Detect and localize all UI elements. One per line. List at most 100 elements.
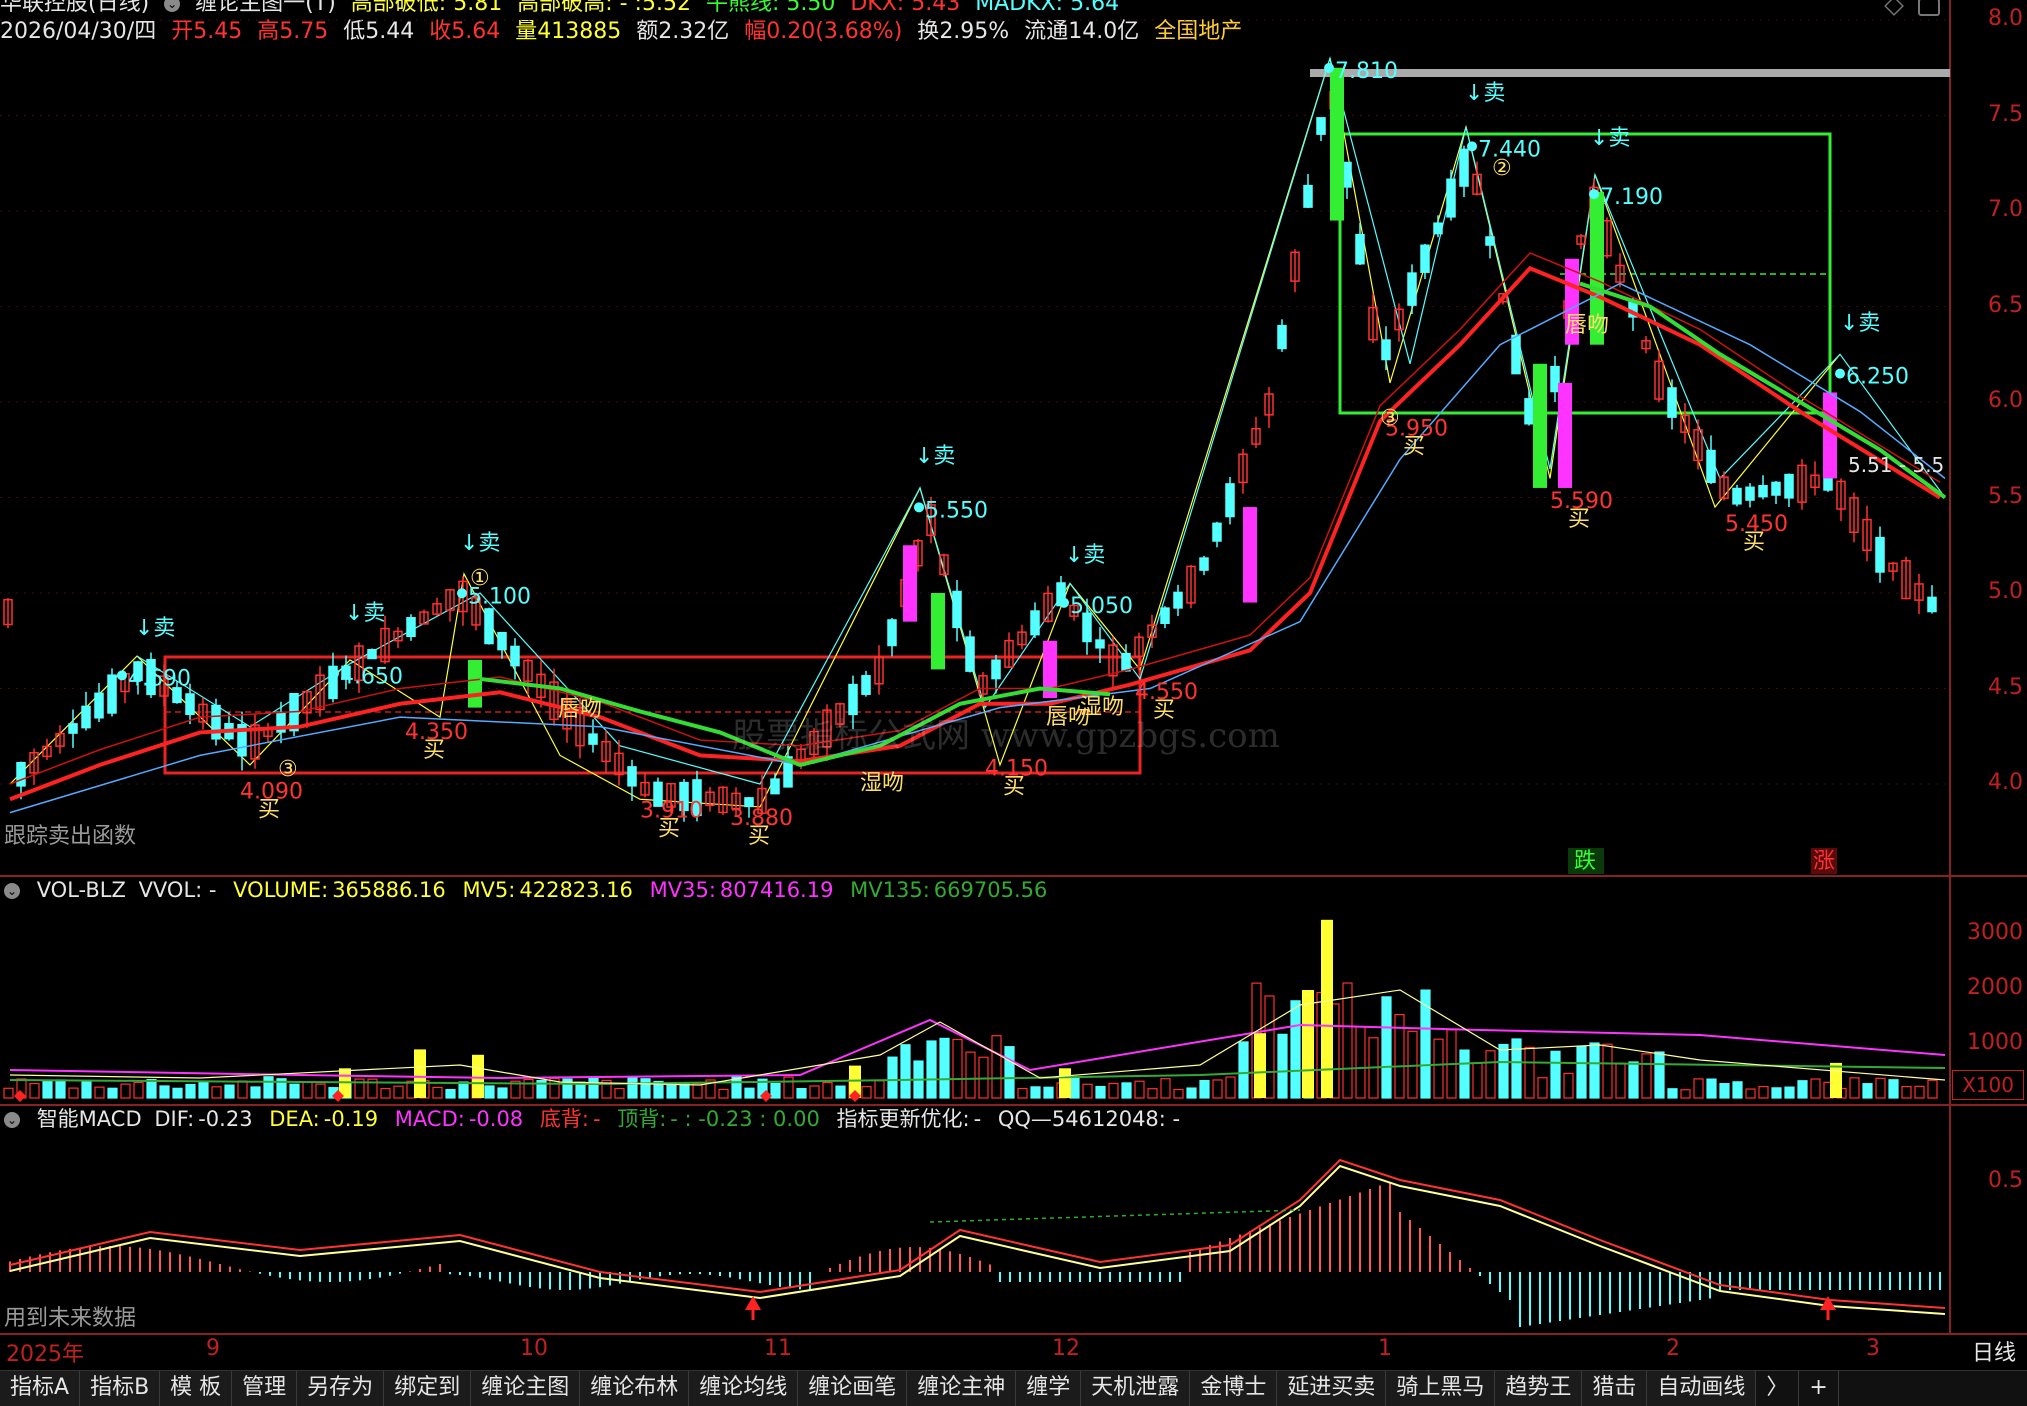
mv35-value: 807416.19 (719, 878, 834, 902)
buy-signal-label: 买 (748, 824, 770, 849)
volume-bar-highlight (1059, 1068, 1071, 1098)
volume-bar (1732, 1081, 1743, 1099)
dea-line (9, 1164, 1946, 1315)
candle-body (1732, 487, 1742, 505)
tab-3[interactable]: 管理 (232, 1371, 298, 1406)
tab-4[interactable]: 另存为 (297, 1371, 385, 1406)
volume-bar (1641, 1053, 1652, 1099)
macd-indicator-name[interactable]: 智能MACD (37, 1107, 142, 1131)
tab-5[interactable]: 绑定到 (384, 1371, 472, 1406)
candle-body (952, 590, 962, 629)
signal-bar (1243, 507, 1257, 603)
sell-signal-label: ↓卖 (1840, 311, 1880, 336)
candle-body (1927, 596, 1937, 613)
candle-body (1381, 339, 1391, 361)
collapse-icon[interactable]: ⌄ (4, 883, 20, 899)
tab-2[interactable]: 模 板 (160, 1371, 233, 1406)
volume-bar (1225, 1076, 1236, 1099)
volume-bar (1004, 1046, 1015, 1099)
main-kline-chart[interactable]: ↓卖↓卖↓卖↓卖↓卖↓卖↓卖↓卖4.690 4.6505.1005.5505.05… (0, 0, 2027, 1405)
volume-bar (523, 1078, 534, 1099)
volume-bar (588, 1077, 599, 1099)
candle-body (484, 608, 494, 645)
volume-bar (1576, 1045, 1587, 1099)
top-div-label: 顶背: (617, 1107, 667, 1131)
volume-bar (1628, 1061, 1639, 1099)
period-selector[interactable]: 日线 (1972, 1335, 2016, 1367)
tab-20[interactable]: + (1799, 1371, 1839, 1406)
volume-bar (237, 1080, 248, 1099)
circle-3-label: ③ (278, 757, 298, 782)
tab-11[interactable]: 缠学 (1016, 1371, 1082, 1406)
vol-tick-3000: 3000 (1967, 920, 2023, 945)
volume-bar (692, 1082, 703, 1099)
tab-18[interactable]: 自动画线 (1647, 1371, 1757, 1406)
candle-body (991, 659, 1001, 680)
volume-bar (1043, 1086, 1054, 1099)
volume-bar (1030, 1086, 1041, 1099)
collapse-icon[interactable]: ⌄ (4, 1112, 20, 1128)
volume-bar (1459, 1049, 1470, 1099)
tab-8[interactable]: 缠论均线 (689, 1371, 799, 1406)
dif-label: DIF: (154, 1107, 195, 1131)
volume-bar (1602, 1043, 1613, 1099)
tab-7[interactable]: 缠论布林 (580, 1371, 690, 1406)
volume-bar (1784, 1086, 1795, 1099)
tab-14[interactable]: 延进买卖 (1277, 1371, 1387, 1406)
candle-body (107, 674, 117, 714)
tab-13[interactable]: 金博士 (1190, 1371, 1278, 1406)
candle-body (1459, 148, 1469, 187)
tab-16[interactable]: 趋势王 (1495, 1371, 1583, 1406)
indicator-tab-bar: 指标A 指标B 模 板管理 另存为 绑定到 缠论主图 缠论布林 缠论均线 缠论画笔 缠论主神 缠学天… (0, 1370, 2027, 1406)
volume-bar (133, 1081, 144, 1099)
volume-bar (1082, 1083, 1093, 1099)
candle-body (1303, 184, 1313, 208)
volume-bar (1615, 1062, 1626, 1099)
peak-price-label: 6.250 (1846, 365, 1909, 390)
candle-body (68, 723, 78, 734)
candle-body (588, 733, 598, 745)
signal-bar (468, 659, 482, 708)
tab-19[interactable]: 〉 (1756, 1371, 1800, 1406)
tab-0[interactable]: 指标A (0, 1371, 81, 1406)
volume-bar (1212, 1079, 1223, 1099)
volume-bar (42, 1080, 53, 1099)
update-label: 指标更新优化: (836, 1107, 970, 1131)
future-data-label: 用到未来数据 (4, 1306, 137, 1331)
mv35-label: MV35: (649, 878, 716, 902)
tab-10[interactable]: 缠论主神 (907, 1371, 1017, 1406)
volume-bar (211, 1086, 222, 1099)
candle-body (1745, 486, 1755, 501)
volume-bar (1914, 1085, 1925, 1099)
date-label-1: 1 (1378, 1336, 1392, 1361)
volume-bar (874, 1080, 885, 1099)
candle-body (185, 693, 195, 715)
tab-6[interactable]: 缠论主图 (471, 1371, 581, 1406)
vvol-value: VVOL: - (138, 878, 217, 902)
buy-signal-label: 买 (1743, 530, 1765, 555)
date-label-3: 3 (1866, 1336, 1880, 1361)
tab-15[interactable]: 骑上黑马 (1386, 1371, 1496, 1406)
volume-bar (1550, 1050, 1561, 1099)
buy-signal-label: 买 (1403, 434, 1425, 459)
volume-bar (952, 1038, 963, 1099)
volume-bar (640, 1078, 651, 1099)
date-axis: 2025年 9 10 11 12 1 2 3 (0, 1334, 1950, 1368)
volume-bar (627, 1076, 638, 1099)
candle-body (1758, 485, 1768, 498)
circle-2-label: ② (1492, 156, 1512, 181)
vol-indicator-name[interactable]: VOL-BLZ (37, 878, 126, 902)
price-tick: 7.5 (1988, 101, 2023, 127)
bi-lines (9, 56, 1946, 808)
volume-bar (29, 1082, 40, 1099)
volume-bar (1680, 1089, 1691, 1099)
price-tick: 5.5 (1988, 483, 2023, 509)
tab-17[interactable]: 猎击 (1582, 1371, 1648, 1406)
tab-9[interactable]: 缠论画笔 (798, 1371, 908, 1406)
peak-price-label: 4.650 (340, 664, 403, 689)
tab-12[interactable]: 天机泄露 (1081, 1371, 1191, 1406)
volume-bar (939, 1037, 950, 1099)
price-tick: 4.5 (1988, 674, 2023, 700)
tab-1[interactable]: 指标B (80, 1371, 161, 1406)
volume-bar-highlight (414, 1049, 426, 1098)
